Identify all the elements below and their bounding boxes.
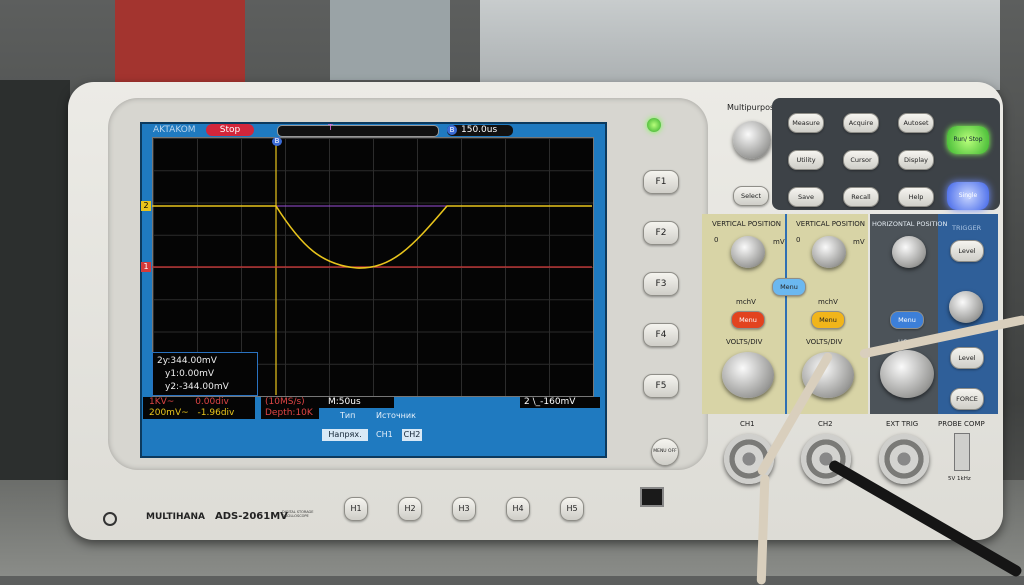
recall-button[interactable]: Recall bbox=[843, 187, 879, 207]
cursor-readout: 2y:344.00mV y1:0.00mV y2:-344.00mV bbox=[152, 352, 258, 396]
cursor-y2: y2:-344.00mV bbox=[165, 382, 229, 392]
background-cabinet bbox=[480, 0, 1000, 90]
hotkey-h3-button[interactable]: H3 bbox=[452, 497, 476, 521]
ch1-volts-div-label: VOLTS/DIV bbox=[726, 338, 763, 346]
trigger-level-knob[interactable] bbox=[949, 291, 983, 323]
model-label: ADS-2061MV bbox=[215, 511, 288, 522]
ch2-menu-button[interactable]: Menu bbox=[811, 311, 845, 329]
ch1-input-label: CH1 bbox=[740, 420, 755, 428]
measure-button[interactable]: Measure bbox=[788, 113, 824, 133]
timebase-readout: M:50us bbox=[318, 397, 394, 408]
brand-label: AKTAKOM bbox=[153, 125, 196, 135]
ch2-vertical-position-label: VERTICAL POSITION bbox=[796, 220, 866, 228]
ch2-level-marker: 2 bbox=[141, 201, 151, 211]
menu-source-ch2[interactable]: CH2 bbox=[402, 429, 422, 441]
display-button[interactable]: Display bbox=[898, 150, 934, 170]
help-button[interactable]: Help bbox=[898, 187, 934, 207]
ch2-scale: 200mV~ bbox=[149, 408, 189, 418]
ch2-vertical-position-knob[interactable] bbox=[812, 236, 846, 268]
trigger-label: TRIGGER bbox=[952, 224, 982, 232]
run-state-badge: Stop bbox=[206, 124, 254, 136]
softkey-f2-button[interactable]: F2 bbox=[643, 221, 679, 245]
softkey-f3-button[interactable]: F3 bbox=[643, 272, 679, 296]
menu-source-ch1[interactable]: CH1 bbox=[376, 430, 393, 439]
trigger-level-button[interactable]: Level bbox=[950, 240, 984, 262]
single-label: Single bbox=[958, 192, 978, 199]
background-red-object bbox=[115, 0, 245, 82]
vertical-divider bbox=[785, 214, 787, 414]
brand-logo: MULTIHANA bbox=[146, 512, 205, 522]
utility-button[interactable]: Utility bbox=[788, 150, 824, 170]
ch1-menu-button[interactable]: Menu bbox=[731, 311, 765, 329]
ch1-volts-div-knob[interactable] bbox=[722, 352, 774, 398]
horizontal-position-knob[interactable] bbox=[892, 236, 926, 268]
ch2-input-label: CH2 bbox=[818, 420, 833, 428]
horizontal-menu-button[interactable]: Menu bbox=[890, 311, 924, 329]
acquire-button[interactable]: Acquire bbox=[843, 113, 879, 133]
ch2-zero-label: 0 bbox=[796, 236, 801, 244]
multipurpose-knob[interactable] bbox=[733, 121, 771, 159]
hotkey-h2-button[interactable]: H2 bbox=[398, 497, 422, 521]
menu-type-value[interactable]: Напрях. bbox=[322, 429, 368, 441]
ch2-offset: -1.96div bbox=[197, 408, 235, 418]
ch1-offset: 0.00div bbox=[195, 397, 229, 407]
select-button[interactable]: Select bbox=[733, 186, 769, 206]
softkey-f1-button[interactable]: F1 bbox=[643, 170, 679, 194]
probe-comp-label: PROBE COMP bbox=[938, 420, 985, 428]
ch2-status: 200mV~ -1.96div bbox=[143, 408, 255, 419]
cursor-dy: 2y:344.00mV bbox=[157, 356, 217, 366]
hotkey-h1-button[interactable]: H1 bbox=[344, 497, 368, 521]
ext-trig-label: EXT TRIG bbox=[886, 420, 919, 428]
menu-type-label: Тип bbox=[340, 411, 356, 420]
autoset-button[interactable]: Autoset bbox=[898, 113, 934, 133]
softkey-f5-button[interactable]: F5 bbox=[643, 374, 679, 398]
memory-depth: Depth:10K bbox=[261, 408, 319, 419]
hotkey-h5-button[interactable]: H5 bbox=[560, 497, 584, 521]
usb-port bbox=[640, 487, 664, 507]
run-stop-button[interactable]: Run/ Stop bbox=[947, 126, 989, 154]
math-menu-button[interactable]: Menu bbox=[772, 278, 806, 296]
timebase-icon: B bbox=[447, 125, 457, 135]
ch2-mv-label: mV bbox=[853, 238, 865, 246]
menu-off-button[interactable]: MENU OFF bbox=[651, 438, 679, 466]
single-button[interactable]: Single bbox=[947, 182, 989, 210]
background-panel bbox=[330, 0, 450, 80]
brand-logo-icon bbox=[103, 512, 117, 526]
horizontal-scale-knob[interactable] bbox=[880, 350, 934, 398]
sample-rate: (10MS/s) bbox=[261, 397, 319, 408]
cursor-button[interactable]: Cursor bbox=[843, 150, 879, 170]
hotkey-h4-button[interactable]: H4 bbox=[506, 497, 530, 521]
ch1-status: 1KV~ 0.00div bbox=[143, 397, 255, 408]
horizontal-position-value: 150.0us bbox=[461, 125, 498, 135]
run-stop-label: Run/ Stop bbox=[953, 136, 983, 143]
horizontal-position-label: HORIZONTAL POSITION bbox=[872, 220, 948, 228]
probe-comp-terminal[interactable] bbox=[954, 433, 970, 471]
ext-trig-bnc-connector[interactable] bbox=[879, 434, 929, 484]
ch2-mchv-label: mchV bbox=[818, 298, 838, 306]
trigger-level2-button[interactable]: Level bbox=[950, 347, 984, 369]
probe-comp-spec: 5V 1kHz bbox=[948, 476, 971, 482]
ch1-vertical-position-knob[interactable] bbox=[731, 236, 765, 268]
softkey-menu: Тип Напрях. Источник CH1 CH2 bbox=[322, 409, 452, 449]
ch1-zero-label: 0 bbox=[714, 236, 719, 244]
ch1-level-marker: 1 bbox=[141, 262, 151, 272]
softkey-f4-button[interactable]: F4 bbox=[643, 323, 679, 347]
ch1-scale: 1KV~ bbox=[149, 397, 175, 407]
ch1-mchv-label: mchV bbox=[736, 298, 756, 306]
trigger-cursor-marker: B bbox=[272, 137, 282, 146]
trigger-marker: T bbox=[328, 123, 333, 132]
ch2-volts-div-label: VOLTS/DIV bbox=[806, 338, 843, 346]
menu-source-label: Источник bbox=[376, 411, 416, 420]
model-subtitle: DIGITAL STORAGE OSCILLOSCOPE bbox=[282, 510, 314, 518]
power-led bbox=[647, 118, 661, 132]
force-trigger-button[interactable]: FORCE bbox=[950, 388, 984, 410]
ch1-mv-label: mV bbox=[773, 238, 785, 246]
save-button[interactable]: Save bbox=[788, 187, 824, 207]
ch2-trace bbox=[152, 205, 592, 269]
trigger-status: 2 \_-160mV bbox=[520, 397, 600, 408]
ch1-vertical-position-label: VERTICAL POSITION bbox=[712, 220, 782, 228]
trigger-position-bar: T bbox=[277, 123, 439, 137]
cursor-y1: y1:0.00mV bbox=[165, 369, 215, 379]
